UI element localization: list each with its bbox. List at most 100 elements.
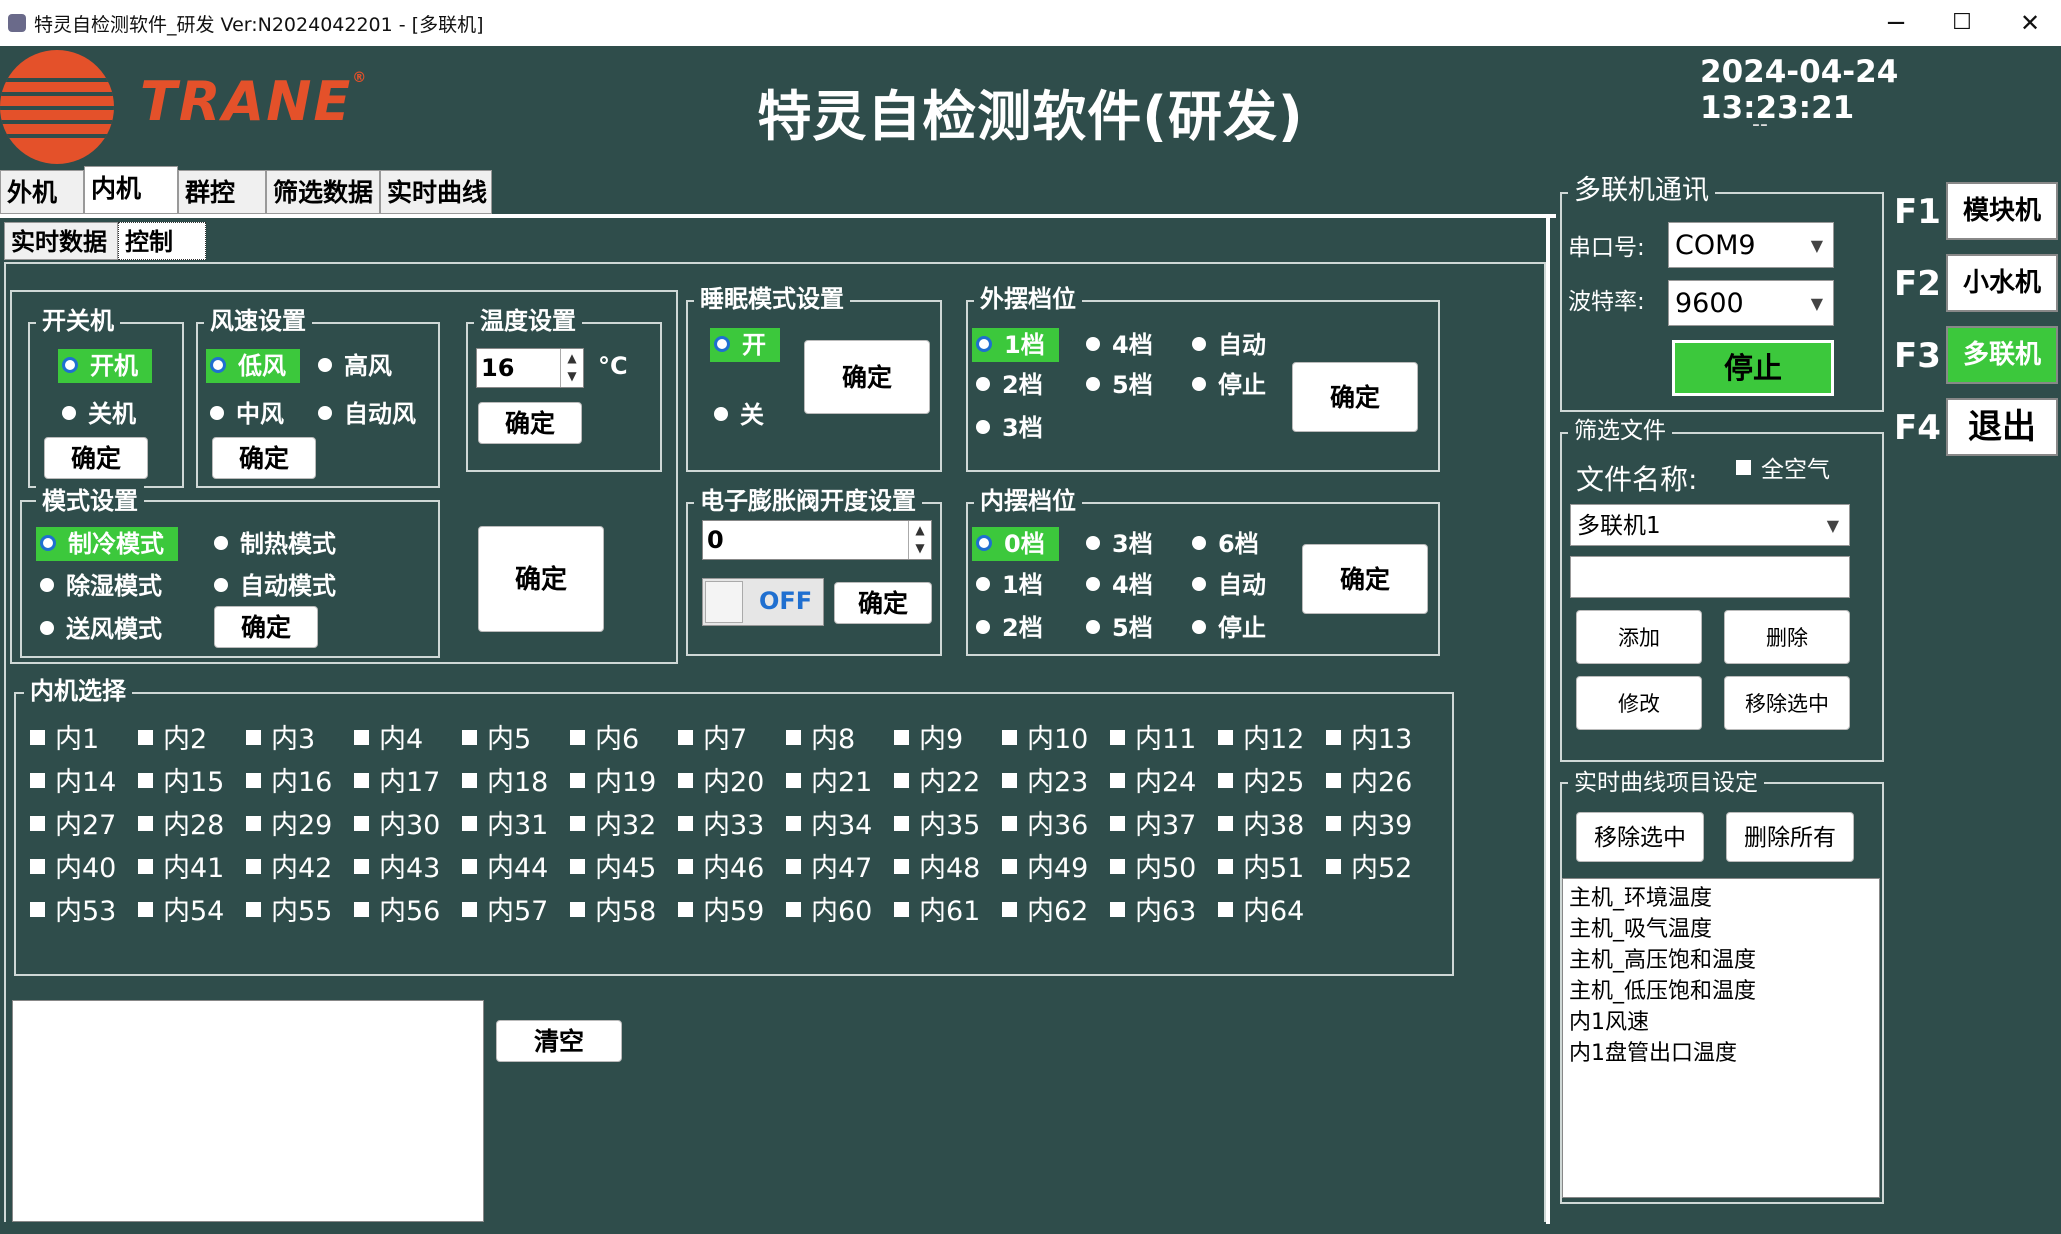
outer-swing-5-radio[interactable]: 5档 [1086, 368, 1153, 402]
indoor-unit-checkbox[interactable]: 内1 [30, 720, 99, 760]
subtab-control[interactable]: 控制 [118, 222, 206, 260]
tab-filter-data[interactable]: 筛选数据 [266, 170, 380, 214]
indoor-unit-checkbox[interactable]: 内10 [1002, 720, 1088, 760]
indoor-unit-checkbox[interactable]: 内51 [1218, 849, 1304, 889]
file-name-input[interactable] [1570, 556, 1850, 598]
indoor-unit-checkbox[interactable]: 内7 [678, 720, 747, 760]
indoor-unit-checkbox[interactable]: 内33 [678, 806, 764, 846]
indoor-unit-checkbox[interactable]: 内20 [678, 763, 764, 803]
indoor-unit-checkbox[interactable]: 内44 [462, 849, 548, 889]
indoor-unit-checkbox[interactable]: 内32 [570, 806, 656, 846]
indoor-unit-checkbox[interactable]: 内50 [1110, 849, 1196, 889]
inner-swing-1-radio[interactable]: 1档 [976, 568, 1043, 602]
tab-indoor[interactable]: 内机 [84, 166, 178, 214]
indoor-unit-checkbox[interactable]: 内55 [246, 892, 332, 932]
indoor-unit-checkbox[interactable]: 内64 [1218, 892, 1304, 932]
outer-swing-2-radio[interactable]: 2档 [976, 368, 1043, 402]
indoor-unit-checkbox[interactable]: 内52 [1326, 849, 1412, 889]
add-file-button[interactable]: 添加 [1576, 610, 1702, 664]
inner-swing-5-radio[interactable]: 5档 [1086, 611, 1153, 645]
delete-file-button[interactable]: 删除 [1724, 610, 1850, 664]
sleep-on-radio[interactable]: 开 [710, 328, 780, 362]
indoor-unit-checkbox[interactable]: 内59 [678, 892, 764, 932]
outer-swing-1-radio[interactable]: 1档 [972, 328, 1059, 362]
indoor-unit-checkbox[interactable]: 内46 [678, 849, 764, 889]
indoor-unit-checkbox[interactable]: 内34 [786, 806, 872, 846]
curve-list-item[interactable]: 主机_环境温度 [1569, 883, 1873, 914]
indoor-unit-checkbox[interactable]: 内63 [1110, 892, 1196, 932]
indoor-unit-checkbox[interactable]: 内41 [138, 849, 224, 889]
indoor-unit-checkbox[interactable]: 内39 [1326, 806, 1412, 846]
inner-swing-2-radio[interactable]: 2档 [976, 611, 1043, 645]
indoor-unit-checkbox[interactable]: 内38 [1218, 806, 1304, 846]
all-air-checkbox[interactable]: 全空气 [1736, 450, 1830, 490]
curve-list-item[interactable]: 内1风速 [1569, 1007, 1873, 1038]
tab-realtime-curve[interactable]: 实时曲线 [380, 170, 492, 214]
small-chiller-button[interactable]: 小水机 [1946, 254, 2058, 312]
indoor-unit-checkbox[interactable]: 内62 [1002, 892, 1088, 932]
outer-swing-auto-radio[interactable]: 自动 [1192, 328, 1266, 362]
indoor-unit-checkbox[interactable]: 内57 [462, 892, 548, 932]
module-unit-button[interactable]: 模块机 [1946, 182, 2058, 240]
inner-swing-3-radio[interactable]: 3档 [1086, 527, 1153, 561]
eev-opening-input[interactable]: 0 ▲ ▼ [702, 520, 932, 560]
indoor-unit-checkbox[interactable]: 内21 [786, 763, 872, 803]
indoor-unit-checkbox[interactable]: 内5 [462, 720, 531, 760]
tab-group-control[interactable]: 群控 [178, 170, 266, 214]
indoor-unit-checkbox[interactable]: 内16 [246, 763, 332, 803]
curve-list-item[interactable]: 主机_低压饱和温度 [1569, 976, 1873, 1007]
remove-selected-curve-button[interactable]: 移除选中 [1576, 812, 1704, 862]
sleep-confirm-button[interactable]: 确定 [804, 340, 930, 414]
port-select[interactable]: COM9 ▼ [1668, 222, 1834, 268]
eev-toggle[interactable]: OFF [702, 578, 824, 626]
modify-file-button[interactable]: 修改 [1576, 676, 1702, 730]
vrf-button[interactable]: 多联机 [1946, 326, 2058, 384]
indoor-unit-checkbox[interactable]: 内56 [354, 892, 440, 932]
indoor-unit-checkbox[interactable]: 内23 [1002, 763, 1088, 803]
indoor-unit-checkbox[interactable]: 内49 [1002, 849, 1088, 889]
indoor-unit-checkbox[interactable]: 内11 [1110, 720, 1196, 760]
indoor-unit-checkbox[interactable]: 内54 [138, 892, 224, 932]
indoor-unit-checkbox[interactable]: 内9 [894, 720, 963, 760]
indoor-unit-checkbox[interactable]: 内60 [786, 892, 872, 932]
outer-swing-confirm-button[interactable]: 确定 [1292, 362, 1418, 432]
inner-swing-stop-radio[interactable]: 停止 [1192, 611, 1266, 645]
indoor-unit-checkbox[interactable]: 内48 [894, 849, 980, 889]
indoor-unit-checkbox[interactable]: 内26 [1326, 763, 1412, 803]
indoor-unit-checkbox[interactable]: 内25 [1218, 763, 1304, 803]
indoor-unit-checkbox[interactable]: 内13 [1326, 720, 1412, 760]
indoor-unit-checkbox[interactable]: 内61 [894, 892, 980, 932]
indoor-unit-checkbox[interactable]: 内47 [786, 849, 872, 889]
exit-button[interactable]: 退出 [1946, 398, 2058, 456]
indoor-unit-checkbox[interactable]: 内28 [138, 806, 224, 846]
remove-selected-file-button[interactable]: 移除选中 [1724, 676, 1850, 730]
subtab-realtime-data[interactable]: 实时数据 [4, 222, 118, 260]
indoor-unit-checkbox[interactable]: 内18 [462, 763, 548, 803]
indoor-unit-checkbox[interactable]: 内27 [30, 806, 116, 846]
baud-select[interactable]: 9600 ▼ [1668, 280, 1834, 326]
stop-comm-button[interactable]: 停止 [1672, 340, 1834, 396]
indoor-unit-checkbox[interactable]: 内24 [1110, 763, 1196, 803]
minimize-button[interactable]: − [1866, 4, 1926, 42]
maximize-button[interactable]: ☐ [1932, 4, 1992, 42]
inner-swing-4-radio[interactable]: 4档 [1086, 568, 1153, 602]
outer-swing-stop-radio[interactable]: 停止 [1192, 368, 1266, 402]
indoor-unit-checkbox[interactable]: 内35 [894, 806, 980, 846]
clear-log-button[interactable]: 清空 [496, 1020, 622, 1062]
curve-item-list[interactable]: 主机_环境温度 主机_吸气温度 主机_高压饱和温度 主机_低压饱和温度 内1风速 内1盘管… [1562, 878, 1880, 1198]
indoor-unit-checkbox[interactable]: 内29 [246, 806, 332, 846]
curve-list-item[interactable]: 内1盘管出口温度 [1569, 1038, 1873, 1069]
indoor-unit-checkbox[interactable]: 内36 [1002, 806, 1088, 846]
eev-confirm-button[interactable]: 确定 [834, 582, 932, 624]
indoor-unit-checkbox[interactable]: 内22 [894, 763, 980, 803]
tab-outdoor[interactable]: 外机 [0, 170, 84, 214]
indoor-unit-checkbox[interactable]: 内12 [1218, 720, 1304, 760]
indoor-unit-checkbox[interactable]: 内40 [30, 849, 116, 889]
inner-swing-0-radio[interactable]: 0档 [972, 527, 1059, 561]
indoor-unit-checkbox[interactable]: 内14 [30, 763, 116, 803]
indoor-unit-checkbox[interactable]: 内37 [1110, 806, 1196, 846]
curve-list-item[interactable]: 主机_高压饱和温度 [1569, 945, 1873, 976]
inner-swing-confirm-button[interactable]: 确定 [1302, 544, 1428, 614]
file-select[interactable]: 多联机1 ▼ [1570, 504, 1850, 546]
spin-arrows-icon[interactable]: ▲ ▼ [908, 521, 931, 559]
